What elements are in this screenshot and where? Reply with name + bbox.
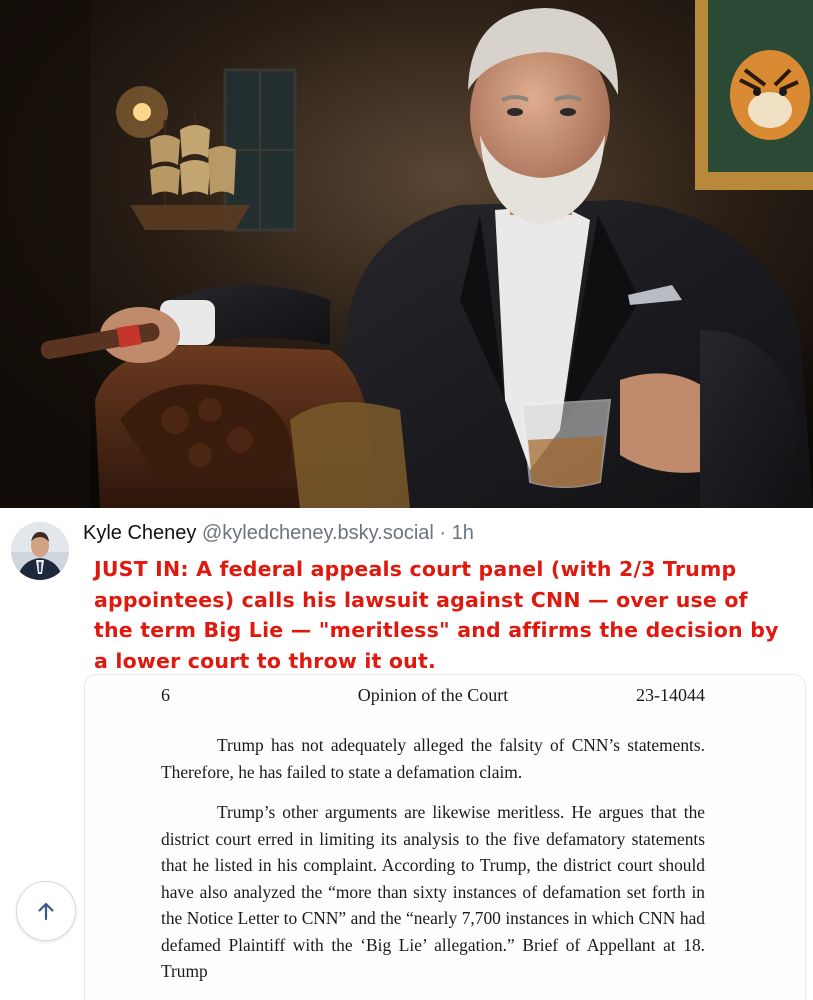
- post-text: JUST IN: A federal appeals court panel (…: [94, 557, 779, 673]
- post-card[interactable]: Kyle Cheney @kyledcheney.bsky.social · 1…: [0, 508, 813, 1000]
- header-separator: ·: [439, 522, 447, 544]
- author-handle[interactable]: @kyledcheney.bsky.social: [202, 522, 434, 544]
- document-page-number: 6: [161, 685, 170, 705]
- clipped-previous-line: [0, 508, 813, 516]
- document-paragraph: Trump’s other arguments are likewise mer…: [161, 802, 705, 981]
- document-case-number: 23-14044: [636, 685, 705, 705]
- post-header: Kyle Cheney @kyledcheney.bsky.social · 1…: [83, 520, 474, 546]
- document-body: Trump has not adequately alleged the fal…: [161, 732, 705, 999]
- scroll-to-top-button[interactable]: [16, 881, 76, 941]
- document-header: Opinion of the Court 6 23-14044: [85, 685, 805, 711]
- document-paragraph: Trump has not adequately alleged the fal…: [161, 735, 705, 782]
- author-name[interactable]: Kyle Cheney: [83, 522, 196, 544]
- arrow-up-icon: [38, 902, 54, 921]
- post-photo[interactable]: [0, 0, 813, 508]
- photo-illustration: [0, 0, 813, 508]
- post-timestamp[interactable]: 1h: [452, 522, 474, 544]
- avatar[interactable]: [11, 522, 69, 580]
- embedded-document-image[interactable]: Opinion of the Court 6 23-14044 Trump ha…: [84, 674, 806, 1000]
- avatar-image: [11, 522, 69, 580]
